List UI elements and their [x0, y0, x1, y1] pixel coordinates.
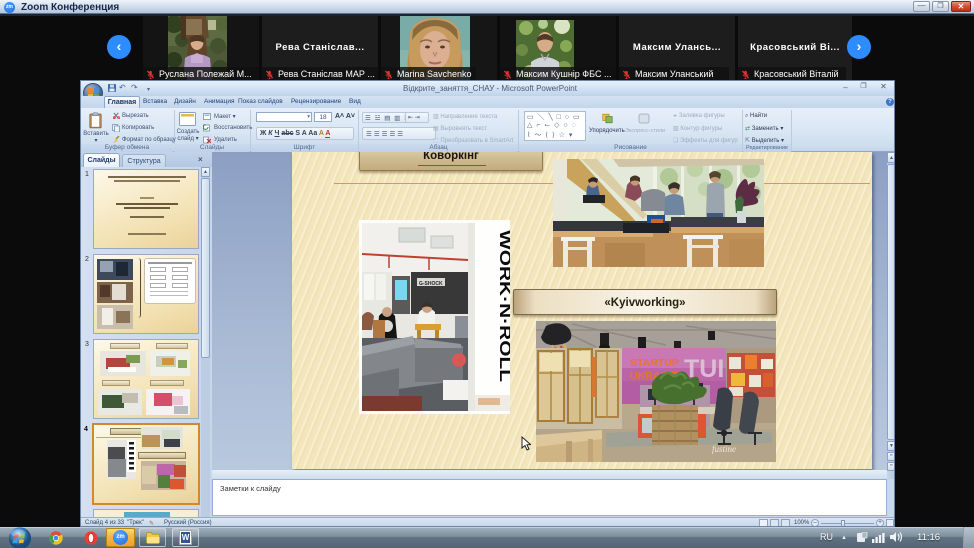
svg-text:fustine: fustine [712, 444, 736, 454]
svg-text:G-SHOCK: G-SHOCK [419, 281, 443, 287]
svg-text:STARTUP: STARTUP [630, 357, 679, 369]
svg-text:WORK·N·ROLL: WORK·N·ROLL [496, 230, 510, 382]
